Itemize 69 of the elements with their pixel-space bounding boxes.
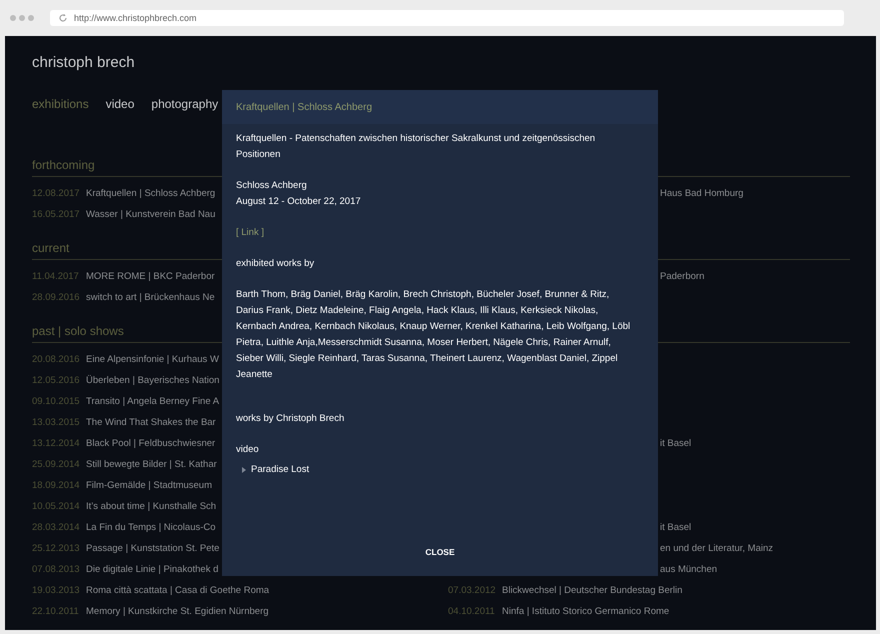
exhibition-date: 16.05.2017 [32, 209, 78, 220]
exhibition-link[interactable]: en und der Literatur, Mainz [660, 543, 774, 554]
exhibition-link[interactable]: Roma città scattata | Casa di Goethe Roma [86, 585, 270, 596]
exhibition-date: 09.10.2015 [32, 396, 78, 407]
exhibition-date: 18.09.2014 [32, 480, 78, 491]
section-heading: forthcoming [32, 158, 95, 172]
exhibition-link[interactable]: Black Pool | Feldbuschwiesner [86, 438, 216, 449]
exhibition-date: 19.03.2013 [32, 585, 78, 596]
exhibition-link[interactable]: Still bewegte Bilder | St. Kathar [86, 459, 217, 470]
window-dot-icon [10, 15, 16, 21]
work-link[interactable]: Paradise Lost [251, 462, 310, 478]
exhibition-date: 28.03.2014 [32, 522, 78, 533]
exhibition-date: 13.03.2015 [32, 417, 78, 428]
exhibition-link[interactable]: The Wind That Shakes the Bar [86, 417, 216, 428]
exhibition-date: 11.04.2017 [32, 271, 78, 282]
nav-link[interactable]: photography [151, 96, 218, 112]
address-bar[interactable]: http://www.christophbrech.com [50, 10, 844, 26]
external-link[interactable]: [ Link ] [236, 227, 264, 238]
nav-link[interactable]: video [106, 96, 134, 112]
exhibition-link[interactable]: It’s about time | Kunsthalle Sch [86, 501, 216, 512]
exhibition-date: 25.12.2013 [32, 543, 78, 554]
exhibition-link[interactable]: Paderborn [660, 271, 704, 282]
section-heading: current [32, 241, 70, 255]
exhibition-date: 04.10.2011 [448, 606, 494, 617]
exhibition-link[interactable]: aus München [660, 564, 718, 575]
exhibition-link[interactable]: Wasser | Kunstverein Bad Nau [86, 209, 216, 220]
exhibition-date: 12.08.2017 [32, 188, 78, 199]
window-dot-icon [28, 15, 34, 21]
exhibition-date: 13.12.2014 [32, 438, 78, 449]
dialog-title: Kraftquellen | Schloss Achberg [236, 102, 372, 112]
exhibition-link[interactable]: Die digitale Linie | Pinakothek d [86, 564, 218, 575]
exhibition-link[interactable]: it Basel [660, 438, 692, 449]
exhibition-link[interactable]: Blickwechsel | Deutscher Bundestag Berlin [502, 585, 682, 596]
exhibition-link[interactable]: Eine Alpensinfonie | Kurhaus W [86, 354, 219, 365]
category-heading: video [236, 443, 260, 457]
exhibition-date: 28.09.2016 [32, 292, 78, 303]
exhibition-description: Kraftquellen - Patenschaften zwischen historischer Sakralkunst und zeitgenössischen Positionen [236, 132, 596, 162]
exhibition-link[interactable]: it Basel [660, 522, 692, 533]
exhibition-date: 20.08.2016 [32, 354, 78, 365]
exhibition-date: 22.10.2011 [32, 606, 78, 617]
artists-heading: exhibited works by [236, 257, 316, 271]
url-text: http://www.christophbrech.com [74, 13, 197, 23]
exhibition-link[interactable]: Haus Bad Homburg [660, 188, 744, 199]
exhibition-link[interactable]: MORE ROME | BKC Paderbor [86, 271, 215, 282]
close-button[interactable]: CLOSE [421, 545, 459, 559]
exhibition-date: 07.08.2013 [32, 564, 78, 575]
site-title: christoph brech [32, 53, 135, 73]
exhibition-link[interactable]: Passage | Kunststation St. Pete [86, 543, 220, 554]
exhibition-link[interactable]: Kraftquellen | Schloss Achberg [86, 188, 216, 199]
exhibition-date: 25.09.2014 [32, 459, 78, 470]
exhibition-link[interactable]: La Fin du Temps | Nicolaus-Co [86, 522, 216, 533]
exhibition-date: 12.05.2016 [32, 375, 78, 386]
section-heading: past | solo shows [32, 324, 124, 338]
exhibition-link[interactable]: Transito | Angela Berney Fine A [86, 396, 220, 407]
artists-list: Barth Thom, Bräg Daniel, Bräg Karolin, Brech Christoph, Bücheler Josef, Brunner & Ritz, Darius Frank, Dietz Madeleine, Flaig Angela, Hack Klaus, Illi Klaus, Kerksieck Nikolas, Kernbach Andrea, Kernbach Nikolaus, Knaup Werner, Krenkel Katharina, Leib Wolfgang, Löbl Pietra, Luithle Anja,Messerschmidt Susanna, Moser Herbert, Nägele Chris, Rainer Arnulf, Sieber Willi, Siegle Reinhard, Taras Susanna, Theinert Laurenz, Wagenblast Daniel, Zippel Jeanette [236, 287, 634, 383]
works-heading: works by Christoph Brech [236, 412, 346, 426]
date-range-text: August 12 - October 22, 2017 [236, 195, 362, 209]
exhibition-link[interactable]: Überleben | Bayerisches Nation [86, 375, 220, 386]
caret-icon [242, 467, 246, 473]
exhibition-link[interactable]: Memory | Kunstkirche St. Egidien Nürnberg [86, 606, 269, 617]
reload-icon[interactable] [58, 13, 68, 23]
venue-text: Schloss Achberg [236, 179, 308, 193]
exhibition-date: 07.03.2012 [448, 585, 494, 596]
window-dot-icon [19, 15, 25, 21]
exhibition-date: 10.05.2014 [32, 501, 78, 512]
nav-link[interactable]: exhibitions [32, 96, 89, 112]
exhibition-link[interactable]: Ninfa | Istituto Storico Germanico Rome [502, 606, 670, 617]
exhibition-link[interactable]: switch to art | Brückenhaus Ne [86, 292, 215, 303]
exhibition-link[interactable]: Film-Gemälde | Stadtmuseum [86, 480, 212, 491]
